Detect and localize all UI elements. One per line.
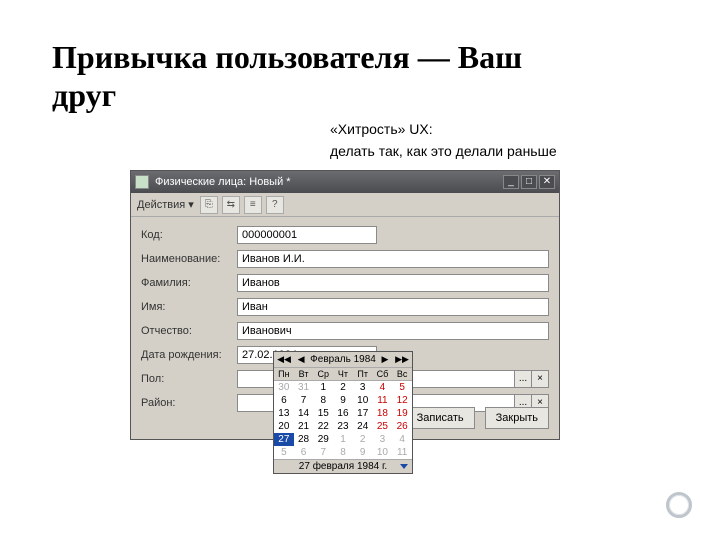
label-sex: Пол: <box>141 373 237 385</box>
calendar-dow: Пт <box>353 368 373 381</box>
tip-text: «Хитрость» UX: делать так, как это делал… <box>330 118 557 163</box>
calendar-day[interactable]: 7 <box>313 446 333 459</box>
input-lastname[interactable]: Иванов <box>237 274 549 292</box>
window-titlebar[interactable]: Физические лица: Новый * _ □ ✕ <box>131 171 559 193</box>
toolbar-button-2[interactable]: ⇆ <box>222 196 240 214</box>
calendar-day[interactable]: 4 <box>373 381 393 394</box>
minimize-button[interactable]: _ <box>503 175 519 189</box>
calendar-day[interactable]: 22 <box>313 420 333 433</box>
tip-line-2: делать так, как это делали раньше <box>330 140 557 162</box>
calendar-day[interactable]: 10 <box>353 394 373 407</box>
calendar-day[interactable]: 28 <box>294 433 314 446</box>
label-dob: Дата рождения: <box>141 349 237 361</box>
calendar-day[interactable]: 12 <box>392 394 412 407</box>
calendar-day[interactable]: 15 <box>313 407 333 420</box>
calendar-day[interactable]: 2 <box>353 433 373 446</box>
calendar-day[interactable]: 16 <box>333 407 353 420</box>
calendar-dow: Вс <box>392 368 412 381</box>
calendar-dow: Ср <box>313 368 333 381</box>
calendar-day[interactable]: 14 <box>294 407 314 420</box>
calendar-day[interactable]: 29 <box>313 433 333 446</box>
sex-lookup-button[interactable]: ... <box>514 370 532 388</box>
calendar-day[interactable]: 24 <box>353 420 373 433</box>
calendar-day[interactable]: 19 <box>392 407 412 420</box>
tip-line-1: «Хитрость» UX: <box>330 118 557 140</box>
write-button[interactable]: Записать <box>406 407 475 429</box>
calendar-day[interactable]: 6 <box>294 446 314 459</box>
calendar-day[interactable]: 31 <box>294 381 314 394</box>
calendar-day[interactable]: 30 <box>274 381 294 394</box>
window-title: Физические лица: Новый * <box>155 176 503 188</box>
toolbar-button-3[interactable]: ≡ <box>244 196 262 214</box>
calendar-day[interactable]: 2 <box>333 381 353 394</box>
close-button[interactable]: ✕ <box>539 175 555 189</box>
input-patronymic[interactable]: Иванович <box>237 322 549 340</box>
calendar-day[interactable]: 21 <box>294 420 314 433</box>
label-patronymic: Отчество: <box>141 325 237 337</box>
corner-circle-icon <box>666 492 692 518</box>
calendar-day[interactable]: 23 <box>333 420 353 433</box>
calendar-day[interactable]: 13 <box>274 407 294 420</box>
help-button[interactable]: ? <box>266 196 284 214</box>
input-code[interactable]: 000000001 <box>237 226 377 244</box>
calendar-dow: Вт <box>294 368 314 381</box>
prev-year-icon[interactable]: ◀◀ <box>276 354 292 365</box>
label-firstname: Имя: <box>141 301 237 313</box>
sex-clear-button[interactable]: × <box>531 370 549 388</box>
toolbar-button-1[interactable]: ⎘ <box>200 196 218 214</box>
calendar-day[interactable]: 3 <box>373 433 393 446</box>
restore-button[interactable]: □ <box>521 175 537 189</box>
calendar-day[interactable]: 8 <box>333 446 353 459</box>
next-year-icon[interactable]: ▶▶ <box>394 354 410 365</box>
toolbar: Действия ▾ ⎘ ⇆ ≡ ? <box>131 193 559 217</box>
calendar-footer[interactable]: 27 февраля 1984 г. <box>274 459 412 473</box>
app-window: Физические лица: Новый * _ □ ✕ Действия … <box>130 170 560 440</box>
close-form-button[interactable]: Закрыть <box>485 407 549 429</box>
input-firstname[interactable]: Иван <box>237 298 549 316</box>
calendar-day[interactable]: 10 <box>373 446 393 459</box>
calendar-day[interactable]: 11 <box>392 446 412 459</box>
label-name: Наименование: <box>141 253 237 265</box>
calendar-day[interactable]: 11 <box>373 394 393 407</box>
calendar-month: Февраль 1984 <box>310 354 376 365</box>
calendar-day[interactable]: 27 <box>274 433 294 446</box>
calendar-dow: Чт <box>333 368 353 381</box>
calendar-day[interactable]: 7 <box>294 394 314 407</box>
actions-menu[interactable]: Действия ▾ <box>137 198 194 211</box>
calendar-day[interactable]: 17 <box>353 407 373 420</box>
window-icon <box>135 175 149 189</box>
next-month-icon[interactable]: ▶ <box>377 354 393 365</box>
calendar-day[interactable]: 4 <box>392 433 412 446</box>
calendar-day[interactable]: 25 <box>373 420 393 433</box>
slide-title: Привычка пользователя — Ваш друг <box>52 38 572 115</box>
calendar-dow: Пн <box>274 368 294 381</box>
calendar-day[interactable]: 26 <box>392 420 412 433</box>
calendar-day[interactable]: 20 <box>274 420 294 433</box>
calendar-day[interactable]: 1 <box>313 381 333 394</box>
calendar-day[interactable]: 5 <box>392 381 412 394</box>
calendar-day[interactable]: 18 <box>373 407 393 420</box>
date-picker[interactable]: ◀◀ ◀ Февраль 1984 ▶ ▶▶ ПнВтСрЧтПтСбВс 30… <box>273 351 413 474</box>
calendar-day[interactable]: 9 <box>333 394 353 407</box>
calendar-day[interactable]: 5 <box>274 446 294 459</box>
label-lastname: Фамилия: <box>141 277 237 289</box>
input-name[interactable]: Иванов И.И. <box>237 250 549 268</box>
calendar-day[interactable]: 1 <box>333 433 353 446</box>
calendar-dow: Сб <box>373 368 393 381</box>
calendar-day[interactable]: 9 <box>353 446 373 459</box>
prev-month-icon[interactable]: ◀ <box>293 354 309 365</box>
calendar-day[interactable]: 8 <box>313 394 333 407</box>
calendar-day[interactable]: 6 <box>274 394 294 407</box>
label-region: Район: <box>141 397 237 409</box>
label-code: Код: <box>141 229 237 241</box>
calendar-day[interactable]: 3 <box>353 381 373 394</box>
